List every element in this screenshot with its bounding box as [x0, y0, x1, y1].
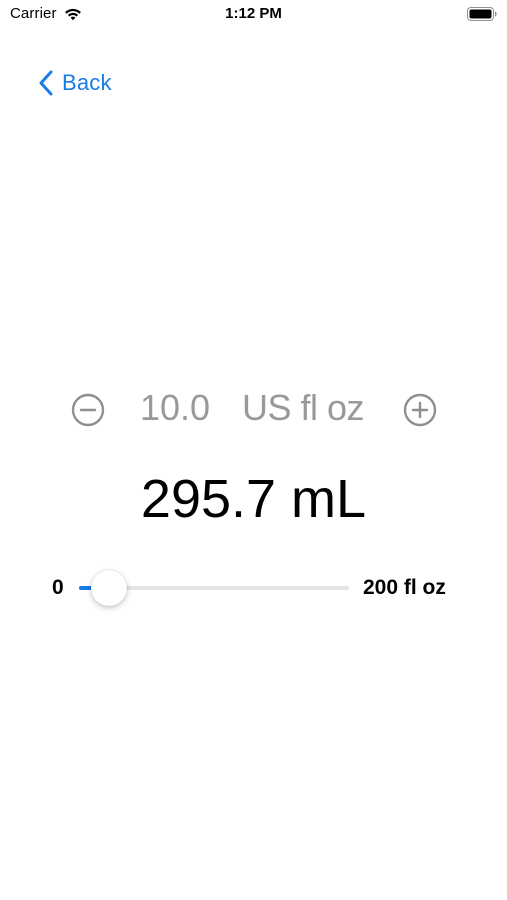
status-bar: Carrier 1:12 PM [0, 0, 507, 32]
slider-min-label: 0 [52, 576, 64, 599]
back-label: Back [62, 70, 112, 95]
increment-button[interactable] [403, 393, 437, 427]
status-time: 1:12 PM [225, 5, 282, 22]
slider-max-label: 200 fl oz [363, 576, 446, 599]
converted-result: 295.7 mL [140, 469, 367, 529]
volume-slider-row: 0 200 fl oz [0, 565, 507, 609]
decrement-button[interactable] [71, 393, 105, 427]
slider-thumb[interactable] [90, 570, 127, 606]
minus-circle-icon [71, 393, 105, 427]
quantity-unit: US fl oz [242, 387, 365, 428]
volume-slider[interactable] [79, 570, 349, 606]
back-button[interactable]: Back [38, 70, 112, 96]
battery-full-icon [467, 7, 497, 21]
quantity-value: 10.0 [140, 387, 211, 428]
plus-circle-icon [403, 393, 437, 427]
quantity-stepper: 10.0 US fl oz [0, 385, 507, 435]
chevron-left-icon [39, 70, 53, 96]
